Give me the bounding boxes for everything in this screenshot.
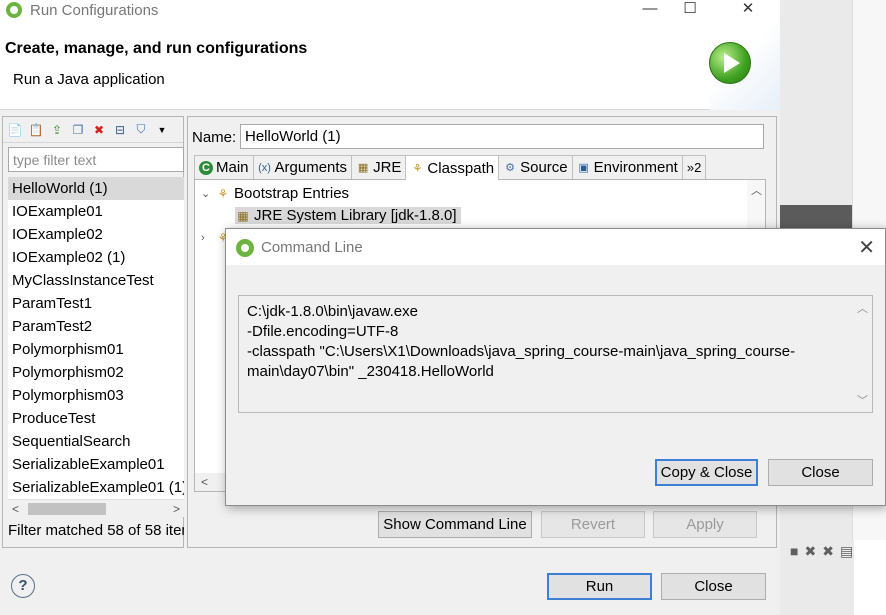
configuration-list: HelloWorld (1) IOExample01 IOExample02 IOEx… (8, 177, 184, 499)
filter-status: Filter matched 58 of 58 items (8, 522, 184, 539)
bootstrap-entries-node[interactable]: ⌄ ⚘ Bootstrap Entries (201, 185, 349, 202)
minimize-icon[interactable]: — (630, 0, 670, 20)
list-horizontal-scrollbar[interactable]: < > (8, 499, 184, 517)
remove-launch-icon[interactable]: ✖ (804, 543, 816, 560)
scroll-up-icon[interactable]: ︿ (751, 182, 762, 198)
chevron-down-icon[interactable]: ▼ (154, 122, 170, 138)
list-item[interactable]: IOExample02 (8, 223, 184, 246)
remove-all-icon[interactable]: ✖ (822, 543, 834, 560)
console-icon[interactable]: ▤ (840, 543, 853, 560)
list-item[interactable]: Polymorphism01 (8, 338, 184, 361)
spring-logo-icon (236, 239, 254, 257)
list-item[interactable]: SerializableExample01 (8, 453, 184, 476)
name-label: Name: (192, 129, 237, 146)
banner-heading: Create, manage, and run configurations (5, 40, 308, 57)
command-line-scrollbar[interactable]: ︿ ﹀ (852, 296, 872, 412)
stop-icon[interactable]: ■ (790, 543, 798, 560)
list-item[interactable]: Polymorphism02 (8, 361, 184, 384)
scroll-left-icon[interactable]: < (201, 475, 208, 489)
tab-arguments[interactable]: (x) Arguments (252, 155, 353, 179)
tab-source[interactable]: ⚙ Source (498, 155, 573, 179)
tab-classpath[interactable]: ⚘ Classpath (405, 155, 500, 180)
copy-close-button[interactable]: Copy & Close (655, 459, 758, 486)
list-item[interactable]: HelloWorld (1) (8, 177, 184, 200)
collapse-all-icon[interactable]: ⊟ (112, 122, 128, 138)
jre-system-library-node[interactable]: ▦ JRE System Library [jdk-1.8.0] (235, 207, 461, 224)
close-icon[interactable]: ✕ (858, 235, 875, 260)
delete-config-icon[interactable]: ✖ (91, 122, 107, 138)
arguments-icon: (x) (258, 161, 271, 174)
close-icon[interactable]: ✕ (728, 0, 768, 20)
command-line-titlebar: Command Line ✕ (226, 229, 885, 265)
scroll-up-icon[interactable]: ︿ (857, 300, 868, 316)
main-class-icon: C (199, 160, 213, 175)
command-line-text: C:\jdk-1.8.0\bin\javaw.exe -Dfile.encodi… (247, 303, 796, 380)
environment-icon: ▣ (578, 162, 589, 174)
run-banner-icon (709, 42, 751, 84)
help-icon[interactable]: ? (11, 574, 35, 598)
list-item[interactable]: IOExample02 (1) (8, 246, 184, 269)
bootstrap-icon: ⚘ (217, 186, 229, 201)
show-command-line-button[interactable]: Show Command Line (378, 511, 532, 538)
dialog-titlebar: Run Configurations — ☐ ✕ (0, 0, 780, 20)
classpath-icon: ⚘ (412, 162, 423, 175)
dialog-title: Run Configurations (30, 1, 159, 19)
scroll-right-icon[interactable]: > (173, 500, 180, 518)
chevron-down-icon[interactable]: ⌄ (201, 187, 215, 200)
tab-main[interactable]: C Main (194, 155, 254, 179)
tab-overflow[interactable]: »2 (681, 155, 707, 179)
filter-input[interactable] (8, 147, 184, 172)
scroll-down-icon[interactable]: ﹀ (857, 392, 868, 408)
tab-jre[interactable]: ▦ JRE (351, 155, 407, 179)
list-item[interactable]: ParamTest2 (8, 315, 184, 338)
name-field[interactable] (240, 124, 764, 149)
new-prototype-icon[interactable]: 📋 (28, 122, 44, 138)
scroll-thumb[interactable] (28, 503, 106, 515)
list-item[interactable]: ProduceTest (8, 407, 184, 430)
new-config-icon[interactable]: 📄 (7, 122, 23, 138)
chevron-right-icon[interactable]: › (201, 232, 215, 244)
revert-button[interactable]: Revert (541, 511, 645, 538)
list-item[interactable]: Polymorphism03 (8, 384, 184, 407)
command-line-dialog: Command Line ✕ C:\jdk-1.8.0\bin\javaw.ex… (225, 228, 886, 506)
source-icon: ⚙ (505, 162, 516, 174)
command-line-title: Command Line (261, 239, 363, 256)
spring-logo-icon (6, 2, 22, 18)
jre-library-icon: ▦ (357, 162, 369, 174)
jre-library-icon: ▦ (237, 208, 249, 223)
tab-environment[interactable]: ▣ Environment (571, 155, 683, 179)
apply-button[interactable]: Apply (653, 511, 757, 538)
banner-subheading: Run a Java application (13, 71, 165, 88)
list-item[interactable]: ParamTest1 (8, 292, 184, 315)
export-config-icon[interactable]: ⇪ (49, 122, 65, 138)
command-line-text-area[interactable]: C:\jdk-1.8.0\bin\javaw.exe -Dfile.encodi… (238, 295, 873, 413)
scroll-left-icon[interactable]: < (12, 500, 19, 518)
list-item[interactable]: MyClassInstanceTest (8, 269, 184, 292)
workbench-console-toolbar: ■ ✖ ✖ ▤ (790, 543, 853, 560)
close-button[interactable]: Close (661, 573, 766, 600)
config-toolbar: 📄 📋 ⇪ ❐ ✖ ⊟ ⛉ ▼ (3, 117, 183, 143)
list-item[interactable]: SerializableExample01 (1) (8, 476, 184, 499)
configuration-list-panel: 📄 📋 ⇪ ❐ ✖ ⊟ ⛉ ▼ HelloWorld (1)IOExample0… (2, 116, 184, 548)
config-tabs: C Main (x) Arguments ▦ JRE ⚘ Classpath ⚙ Sour… (194, 155, 766, 180)
filter-icon[interactable]: ⛉ (133, 122, 149, 138)
list-item[interactable]: SequentialSearch (8, 430, 184, 453)
duplicate-config-icon[interactable]: ❐ (70, 122, 86, 138)
command-line-close-button[interactable]: Close (768, 459, 873, 486)
maximize-icon[interactable]: ☐ (670, 0, 710, 20)
run-button[interactable]: Run (547, 573, 652, 600)
dialog-banner: Create, manage, and run configurations R… (0, 20, 780, 110)
list-item[interactable]: IOExample01 (8, 200, 184, 223)
